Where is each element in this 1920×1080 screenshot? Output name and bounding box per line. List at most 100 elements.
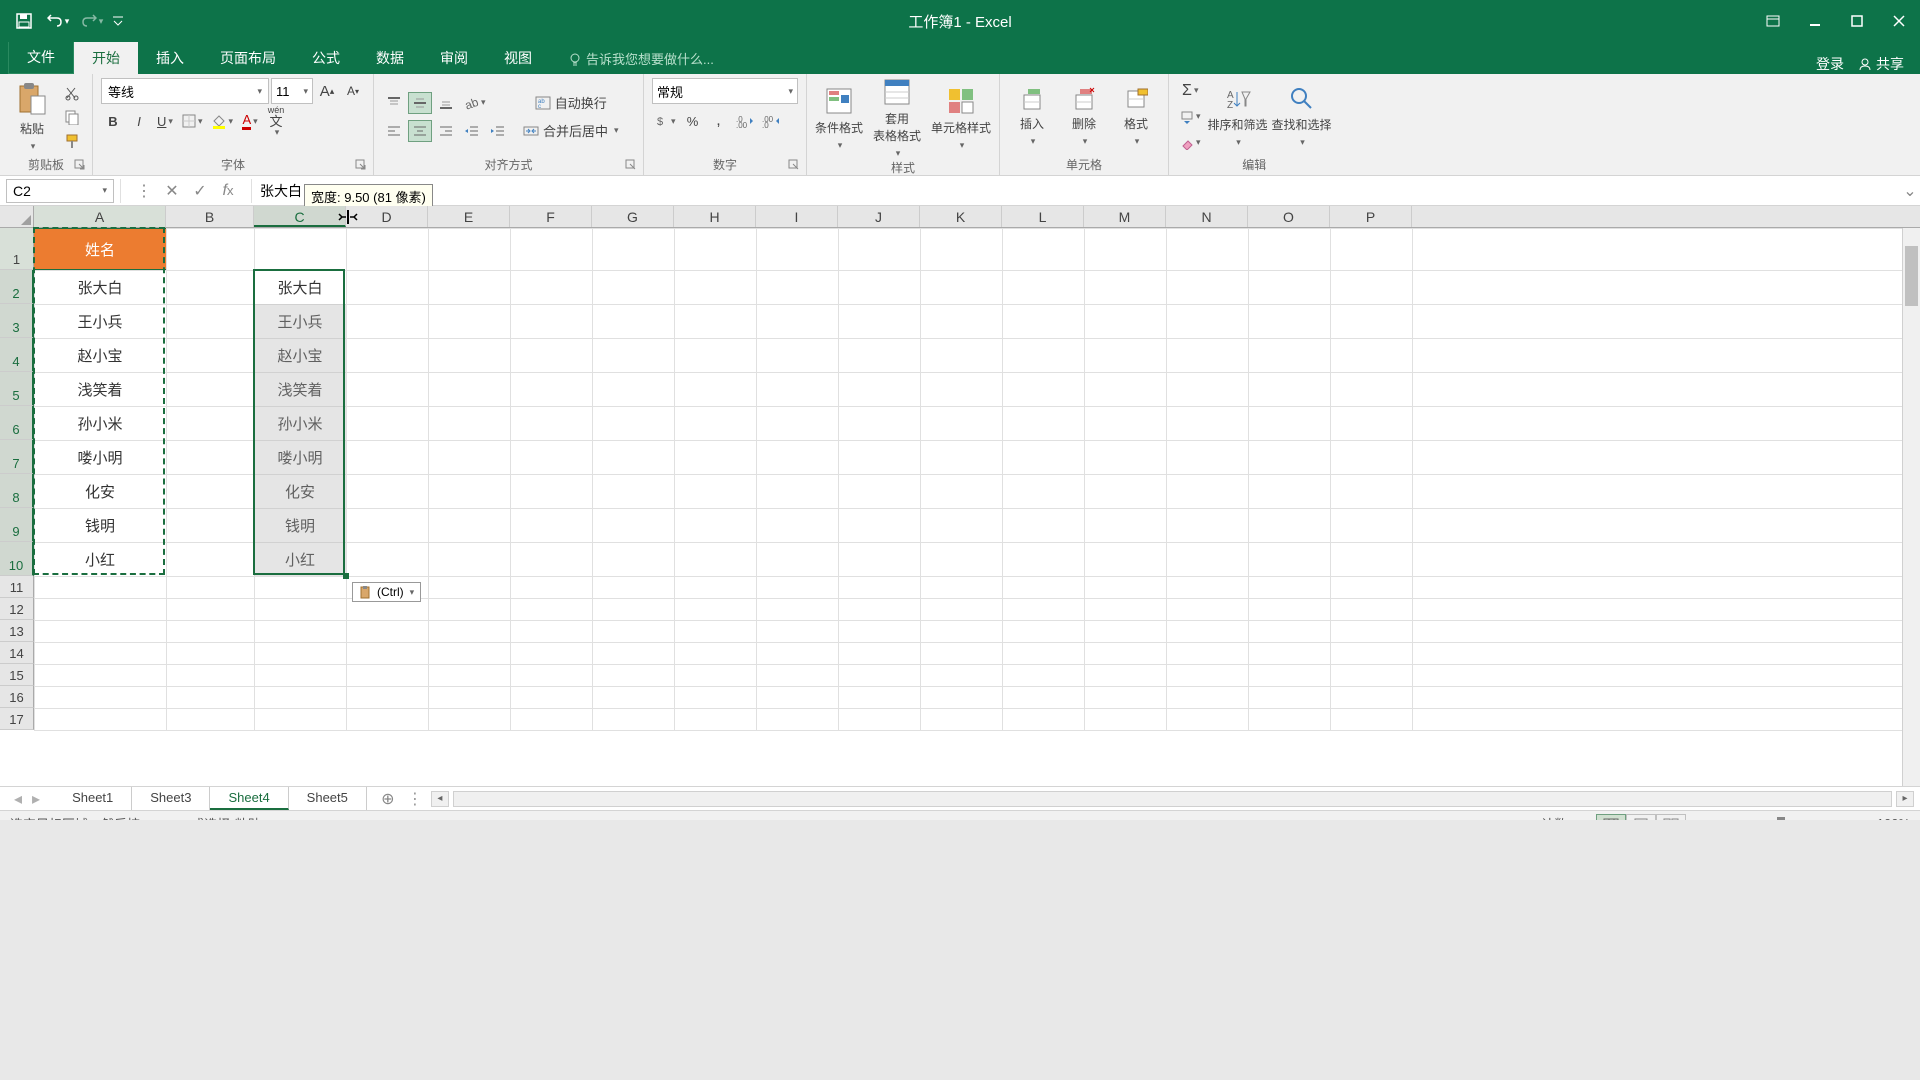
fill-icon[interactable]: ▾ xyxy=(1177,106,1204,128)
col-header-B[interactable]: B xyxy=(166,206,254,227)
col-header-J[interactable]: J xyxy=(838,206,920,227)
horizontal-scrollbar[interactable] xyxy=(453,791,1892,807)
qat-customize-icon[interactable] xyxy=(110,7,126,35)
grow-font-icon[interactable]: A▴ xyxy=(315,80,339,102)
row-header-2[interactable]: 2 xyxy=(0,270,34,304)
row-header-12[interactable]: 12 xyxy=(0,598,34,620)
select-all-corner[interactable] xyxy=(0,206,34,227)
decrease-decimal-icon[interactable]: .00.0 xyxy=(759,110,783,132)
align-bottom-icon[interactable] xyxy=(434,92,458,114)
sheet-tab-Sheet5[interactable]: Sheet5 xyxy=(289,787,367,810)
conditional-format-button[interactable]: 条件格式▾ xyxy=(815,87,863,151)
cut-icon[interactable] xyxy=(60,82,84,104)
paste-button[interactable]: 粘贴▾ xyxy=(8,82,56,152)
bold-button[interactable]: B xyxy=(101,110,125,132)
delete-cells-button[interactable]: 删除▾ xyxy=(1060,87,1108,147)
decrease-indent-icon[interactable] xyxy=(460,120,484,142)
col-header-E[interactable]: E xyxy=(428,206,510,227)
col-header-D[interactable]: D xyxy=(346,206,428,227)
format-painter-icon[interactable] xyxy=(60,130,84,152)
find-select-button[interactable]: 查找和选择▾ xyxy=(1272,86,1332,148)
spreadsheet-grid[interactable]: ABCDEFGHIJKLMNOP 12345678910111213141516… xyxy=(0,206,1920,786)
tab-formulas[interactable]: 公式 xyxy=(294,42,358,74)
tab-page-layout[interactable]: 页面布局 xyxy=(202,42,294,74)
col-header-F[interactable]: F xyxy=(510,206,592,227)
row-header-1[interactable]: 1 xyxy=(0,228,34,270)
cell-A4[interactable]: 赵小宝 xyxy=(34,338,166,372)
percent-icon[interactable]: % xyxy=(681,110,705,132)
tell-me-input[interactable]: 告诉我您想要做什么... xyxy=(562,43,720,74)
col-header-M[interactable]: M xyxy=(1084,206,1166,227)
cell-C4[interactable]: 赵小宝 xyxy=(254,338,346,372)
tab-split-handle[interactable]: ⋮ xyxy=(407,789,425,809)
increase-indent-icon[interactable] xyxy=(486,120,510,142)
italic-button[interactable]: I xyxy=(127,110,151,132)
align-top-icon[interactable] xyxy=(382,92,406,114)
cell-C7[interactable]: 喽小明 xyxy=(254,440,346,474)
shrink-font-icon[interactable]: A▾ xyxy=(341,80,365,102)
cell-A8[interactable]: 化安 xyxy=(34,474,166,508)
save-icon[interactable] xyxy=(8,7,40,35)
clipboard-launcher-icon[interactable] xyxy=(74,158,88,172)
sort-filter-button[interactable]: AZ排序和筛选▾ xyxy=(1208,86,1268,148)
prev-sheet-icon[interactable]: ◂ xyxy=(14,789,22,809)
expand-formula-bar-icon[interactable]: ⌄ xyxy=(1900,181,1920,201)
minimize-icon[interactable] xyxy=(1794,7,1836,35)
hscroll-right-icon[interactable]: ▸ xyxy=(1896,791,1914,807)
border-icon[interactable]: ▾ xyxy=(179,110,206,132)
formula-input[interactable]: 张大白 宽度: 9.50 (81 像素) xyxy=(252,181,1900,201)
row-header-17[interactable]: 17 xyxy=(0,708,34,730)
cell-A9[interactable]: 钱明 xyxy=(34,508,166,542)
file-tab[interactable]: 文件 xyxy=(8,40,74,74)
row-header-10[interactable]: 10 xyxy=(0,542,34,576)
phonetic-icon[interactable]: wén文▾ xyxy=(264,110,288,132)
font-size-combo[interactable]: 11▾ xyxy=(271,78,313,104)
tab-data[interactable]: 数据 xyxy=(358,42,422,74)
ribbon-display-icon[interactable] xyxy=(1752,7,1794,35)
number-format-combo[interactable]: 常规▾ xyxy=(652,78,798,104)
row-header-5[interactable]: 5 xyxy=(0,372,34,406)
row-header-8[interactable]: 8 xyxy=(0,474,34,508)
cell-C10[interactable]: 小红 xyxy=(254,542,346,576)
format-cells-button[interactable]: 格式▾ xyxy=(1112,87,1160,147)
cell-A7[interactable]: 喽小明 xyxy=(34,440,166,474)
wrap-text-button[interactable]: abc自动换行 xyxy=(520,92,622,114)
enter-icon[interactable]: ✓ xyxy=(187,179,213,203)
row-header-6[interactable]: 6 xyxy=(0,406,34,440)
paste-options-button[interactable]: (Ctrl)▾ xyxy=(352,582,421,602)
cell-C5[interactable]: 浅笑着 xyxy=(254,372,346,406)
comma-icon[interactable]: , xyxy=(707,110,731,132)
undo-icon[interactable]: ▾ xyxy=(42,7,74,35)
align-right-icon[interactable] xyxy=(434,120,458,142)
redo-icon[interactable]: ▾ xyxy=(76,7,108,35)
vscroll-thumb[interactable] xyxy=(1905,246,1918,306)
row-header-15[interactable]: 15 xyxy=(0,664,34,686)
col-header-H[interactable]: H xyxy=(674,206,756,227)
row-header-11[interactable]: 11 xyxy=(0,576,34,598)
autosum-icon[interactable]: Σ▾ xyxy=(1177,80,1204,102)
row-header-4[interactable]: 4 xyxy=(0,338,34,372)
row-header-13[interactable]: 13 xyxy=(0,620,34,642)
alignment-launcher-icon[interactable] xyxy=(625,158,639,172)
fx-icon[interactable]: fx xyxy=(215,179,241,203)
next-sheet-icon[interactable]: ▸ xyxy=(32,789,40,809)
row-header-14[interactable]: 14 xyxy=(0,642,34,664)
align-center-icon[interactable] xyxy=(408,120,432,142)
sheet-tab-Sheet3[interactable]: Sheet3 xyxy=(132,787,210,810)
sheet-tab-Sheet4[interactable]: Sheet4 xyxy=(210,787,288,810)
cancel-icon[interactable]: ✕ xyxy=(159,179,185,203)
maximize-icon[interactable] xyxy=(1836,7,1878,35)
increase-decimal-icon[interactable]: .0.00 xyxy=(733,110,757,132)
cell-C9[interactable]: 钱明 xyxy=(254,508,346,542)
col-header-A[interactable]: A xyxy=(34,206,166,227)
copy-icon[interactable] xyxy=(60,106,84,128)
cells-area[interactable]: 姓名张大白王小兵赵小宝浅笑着孙小米喽小明化安钱明小红张大白王小兵赵小宝浅笑着孙小… xyxy=(34,228,1920,730)
row-header-3[interactable]: 3 xyxy=(0,304,34,338)
col-header-K[interactable]: K xyxy=(920,206,1002,227)
cell-A10[interactable]: 小红 xyxy=(34,542,166,576)
clear-icon[interactable]: ▾ xyxy=(1177,132,1204,154)
table-format-button[interactable]: 套用 表格格式▾ xyxy=(867,78,927,159)
cell-C6[interactable]: 孙小米 xyxy=(254,406,346,440)
add-sheet-button[interactable]: ⊕ xyxy=(375,789,401,809)
sheet-nav[interactable]: ◂▸ xyxy=(0,789,54,809)
